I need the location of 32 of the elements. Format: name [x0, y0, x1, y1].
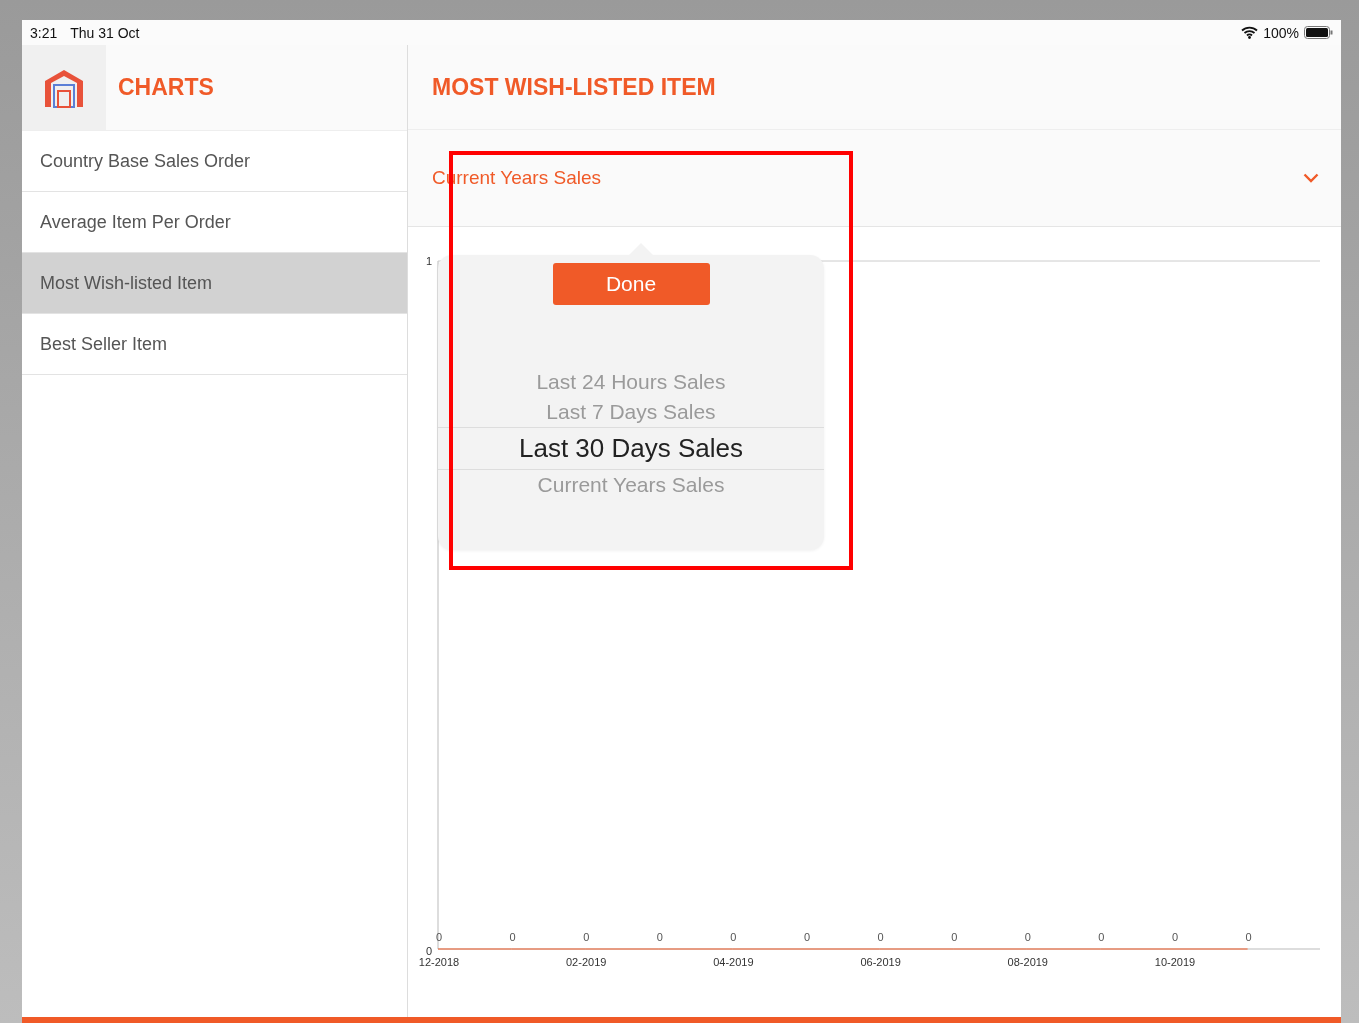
- data-label: 0: [951, 931, 958, 943]
- x-tick-label: 06-2019: [860, 956, 901, 968]
- data-label: 0: [730, 931, 737, 943]
- status-time: 3:21: [30, 24, 58, 41]
- data-label: 0: [803, 931, 811, 943]
- data-label: 0: [1171, 931, 1179, 943]
- x-tick-label: 02-2019: [566, 956, 607, 968]
- data-label: 0: [877, 931, 884, 943]
- data-label: 0: [1098, 931, 1105, 943]
- battery-percent: 100%: [1263, 24, 1299, 41]
- sidebar-title: CHARTS: [118, 74, 214, 101]
- chevron-down-icon[interactable]: [1303, 173, 1319, 184]
- picker-option[interactable]: Last 24 Hours Sales: [438, 367, 824, 397]
- page-title: MOST WISH-LISTED ITEM: [432, 73, 716, 101]
- x-tick-label: 04-2019: [713, 956, 754, 968]
- status-date: Thu 31 Oct: [70, 24, 140, 41]
- data-label: 0: [583, 931, 590, 943]
- x-tick-label: 08-2019: [1007, 956, 1048, 968]
- data-label: 0: [509, 931, 516, 943]
- y-tick-label: 1: [425, 255, 432, 267]
- data-label: 0: [656, 931, 663, 943]
- data-label: 0: [1024, 931, 1031, 943]
- sidebar-item[interactable]: Most Wish-listed Item: [22, 253, 407, 314]
- picker-option[interactable]: Last 30 Days Sales: [438, 427, 824, 470]
- data-label: 0: [435, 931, 443, 943]
- wifi-icon: [1241, 26, 1259, 39]
- x-tick-label: 10-2019: [1154, 956, 1196, 968]
- battery-icon: [1304, 26, 1333, 39]
- data-label: 0: [1245, 931, 1252, 943]
- x-tick-label: 12-2018: [418, 956, 460, 968]
- y-tick-label: 0: [425, 945, 432, 957]
- done-button[interactable]: Done: [552, 263, 710, 305]
